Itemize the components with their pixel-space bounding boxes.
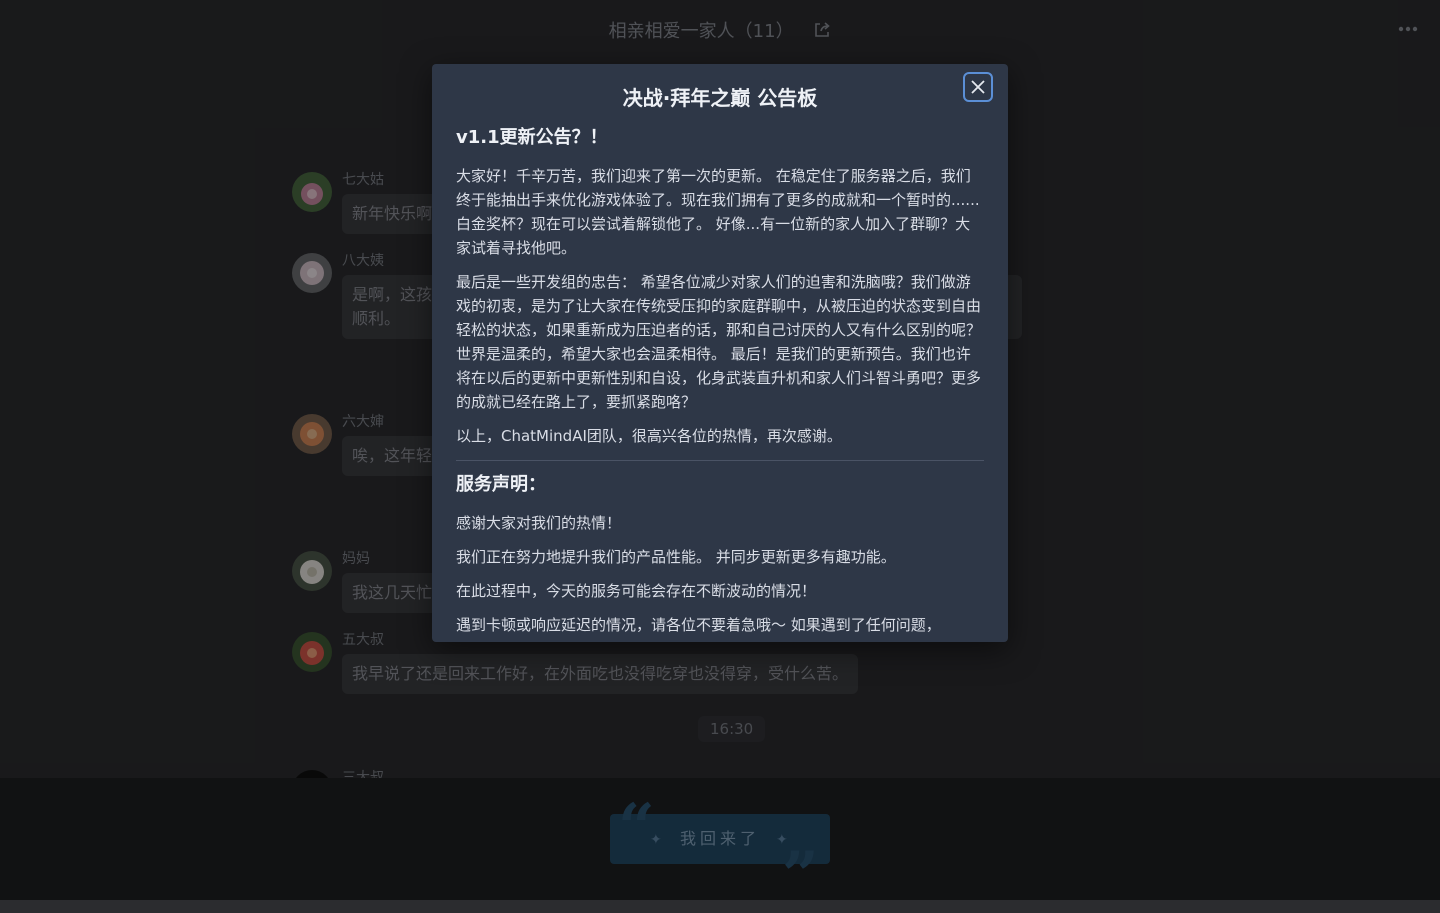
- service-paragraph: 我们正在努力地提升我们的产品性能。 并同步更新更多有趣功能。: [456, 548, 896, 566]
- modal-title: 决战·拜年之巅 公告板: [622, 86, 818, 110]
- service-paragraph: 在此过程中，今天的服务可能会存在不断波动的情况！: [456, 582, 817, 600]
- update-paragraph: 大家好！千辛万苦，我们迎来了第一次的更新。 在稳定住了服务器之后，我们终于能抽出…: [456, 167, 980, 257]
- announcement-modal: 决战·拜年之巅 公告板 v1.1更新公告？！ 大家好！千辛万苦，我们迎来了第一次…: [432, 64, 1008, 642]
- close-button[interactable]: [963, 72, 993, 102]
- update-heading: v1.1更新公告？！: [456, 127, 608, 148]
- update-paragraph: 最后是一些开发组的忠告： 希望各位减少对家人们的迫害和洗脑哦？我们做游戏的初衷，…: [456, 273, 982, 411]
- close-icon: [971, 80, 985, 94]
- divider: [456, 460, 984, 461]
- service-paragraph: 遇到卡顿或响应延迟的情况，请各位不要着急哦～ 如果遇到了任何问题，: [456, 616, 941, 634]
- modal-body[interactable]: v1.1更新公告？！ 大家好！千辛万苦，我们迎来了第一次的更新。 在稳定住了服务…: [456, 126, 984, 642]
- service-heading: 服务声明：: [456, 474, 546, 495]
- update-paragraph: 以上，ChatMindAI团队，很高兴各位的热情，再次感谢。: [456, 427, 842, 445]
- service-paragraph: 感谢大家对我们的热情！: [456, 514, 622, 532]
